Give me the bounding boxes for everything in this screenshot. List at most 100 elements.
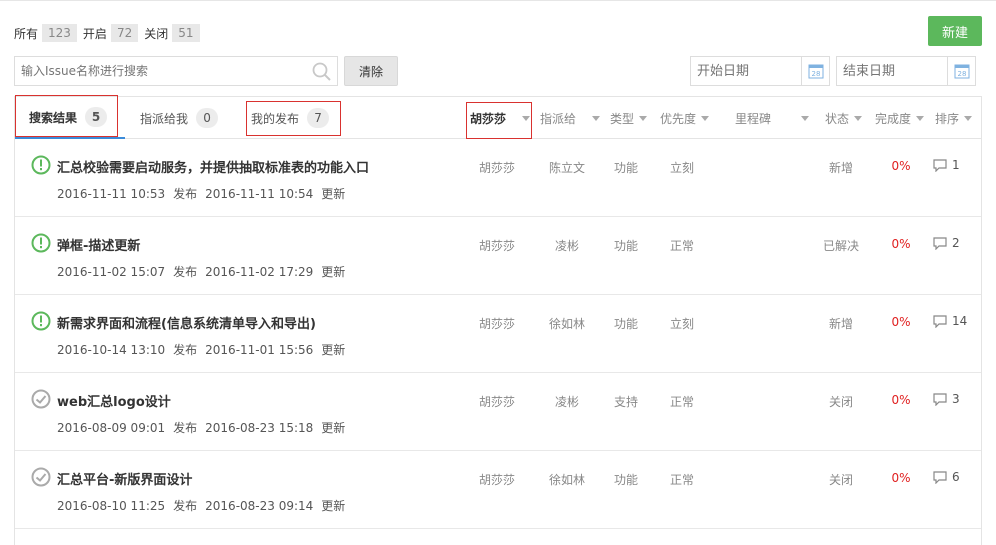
issue-assignee: 徐如林 [548,317,585,331]
new-issue-button[interactable]: 新建 [928,16,982,46]
chevron-down-icon [701,115,710,121]
updated-label: 更新 [321,421,346,435]
issue-title-link[interactable]: 新需求界面和流程(信息系统清单导入和导出) [57,313,316,332]
issue-title-link[interactable]: 汇总校验需要启动服务，并提供抽取标准表的功能入口 [57,157,369,176]
issue-type: 功能 [613,239,638,253]
closed-label[interactable]: 关闭 [144,25,168,42]
issue-priority: 正常 [669,395,694,409]
issue-priority: 立刻 [669,161,694,175]
chevron-down-icon [592,115,601,121]
calendar-icon[interactable]: 28 [947,57,975,85]
issue-row[interactable]: 弹框-描述更新 2016-11-02 15:07 发布 2016-11-02 17:2… [15,217,981,295]
issue-status: 新增 [828,161,853,175]
tab-count-badge: 5 [85,107,108,127]
created-time: 2016-11-11 10:53 [57,187,166,201]
status-filter-label: 状态 [825,111,850,126]
issue-type: 支持 [613,395,638,409]
comment-count[interactable]: 1 [933,158,960,172]
updated-label: 更新 [321,187,346,201]
sort-filter[interactable]: 排序 [935,97,973,139]
priority-filter[interactable]: 优先度 [660,97,710,139]
created-label: 发布 [173,343,198,357]
issue-type: 功能 [613,473,638,487]
issue-assignee: 凌彬 [554,239,579,253]
tab-label: 我的发布 [251,111,300,126]
issue-meta: 2016-10-14 13:10 发布 2016-11-01 15:56 更新 [57,341,353,358]
comment-count[interactable]: 6 [933,470,960,484]
updated-time: 2016-08-23 15:18 [205,421,314,435]
assignee-filter[interactable]: 指派给 [540,97,601,139]
comment-icon [933,314,947,328]
comment-count[interactable]: 14 [933,314,967,328]
issue-author: 胡莎莎 [478,317,515,331]
issue-status: 关闭 [828,395,853,409]
open-exclamation-icon [31,233,51,253]
issue-status: 新增 [828,317,853,331]
issue-title-link[interactable]: 弹框-描述更新 [57,235,140,254]
open-count-badge[interactable]: 72 [110,24,139,42]
issue-title-link[interactable]: 汇总平台-新版界面设计 [57,469,192,488]
issue-title-link[interactable]: web汇总logo设计 [57,391,171,410]
top-divider [0,0,996,1]
closed-count-badge[interactable]: 51 [172,24,200,42]
calendar-icon[interactable]: 28 [801,57,829,85]
open-exclamation-icon [31,155,51,175]
issue-priority: 立刻 [669,317,694,331]
issue-row[interactable]: 汇总校验需要启动服务，并提供抽取标准表的功能入口 2016-11-11 10:53… [15,139,981,217]
chevron-down-icon [916,115,925,121]
all-count-badge[interactable]: 123 [42,24,77,42]
open-exclamation-icon [31,311,51,331]
chevron-down-icon [854,115,863,121]
type-filter[interactable]: 类型 [610,97,648,139]
completion-filter[interactable]: 完成度 [875,97,925,139]
tab-assigned-to-me[interactable]: 指派给我 0 [140,97,219,139]
clear-button[interactable]: 清除 [344,56,398,86]
chevron-down-icon [639,115,648,121]
issue-meta: 2016-11-11 10:53 发布 2016-11-11 10:54 更新 [57,185,353,202]
priority-filter-label: 优先度 [660,111,697,126]
tab-label: 搜索结果 [29,110,78,125]
calendar-icon-text: 28 [957,70,966,78]
start-date-input[interactable] [691,57,803,85]
comment-count-value: 6 [952,470,960,484]
tab-search-results[interactable]: 搜索结果 5 [15,97,125,139]
comment-count[interactable]: 2 [933,236,960,250]
closed-check-icon [31,389,51,409]
issue-row[interactable]: 汇总平台-新版界面设计 2016-08-10 11:25 发布 2016-08-23 … [15,451,981,529]
issue-author: 胡莎莎 [478,473,515,487]
issue-status: 已解决 [822,239,859,253]
search-icon[interactable] [311,61,333,83]
issue-row[interactable]: 新需求界面和流程(信息系统清单导入和导出) 2016-10-14 13:10 发布 2… [15,295,981,373]
issue-status: 关闭 [828,473,853,487]
milestone-filter-label: 里程碑 [735,111,772,126]
tab-label: 指派给我 [140,111,189,126]
end-date-input[interactable] [837,57,949,85]
milestone-filter[interactable]: 里程碑 [735,97,810,139]
tab-count-badge: 7 [307,108,330,128]
comment-count-value: 2 [952,236,960,250]
issue-assignee: 徐如林 [548,473,585,487]
comment-count[interactable]: 3 [933,392,960,406]
updated-label: 更新 [321,343,346,357]
start-date-field: 28 [690,56,830,86]
issue-progress: 0% [891,315,911,329]
comment-count-value: 14 [952,314,968,328]
author-filter[interactable]: 胡莎莎 [470,97,531,139]
created-label: 发布 [173,265,198,279]
issue-type: 功能 [613,161,638,175]
created-time: 2016-08-10 11:25 [57,499,166,513]
all-label[interactable]: 所有 [14,25,38,42]
tab-my-posts[interactable]: 我的发布 7 [251,97,330,139]
search-input[interactable] [15,57,305,85]
updated-time: 2016-11-01 15:56 [205,343,314,357]
open-label[interactable]: 开启 [83,25,107,42]
updated-label: 更新 [321,265,346,279]
updated-time: 2016-11-02 17:29 [205,265,314,279]
status-filter[interactable]: 状态 [825,97,863,139]
issue-row[interactable]: web汇总logo设计 2016-08-09 09:01 发布 2016-08-23 … [15,373,981,451]
assignee-filter-label: 指派给 [540,111,577,126]
calendar-icon-text: 28 [811,70,820,78]
issue-counts: 所有 123 开启 72 关闭 51 [14,24,206,42]
issue-meta: 2016-08-09 09:01 发布 2016-08-23 15:18 更新 [57,419,353,436]
issue-author: 胡莎莎 [478,161,515,175]
